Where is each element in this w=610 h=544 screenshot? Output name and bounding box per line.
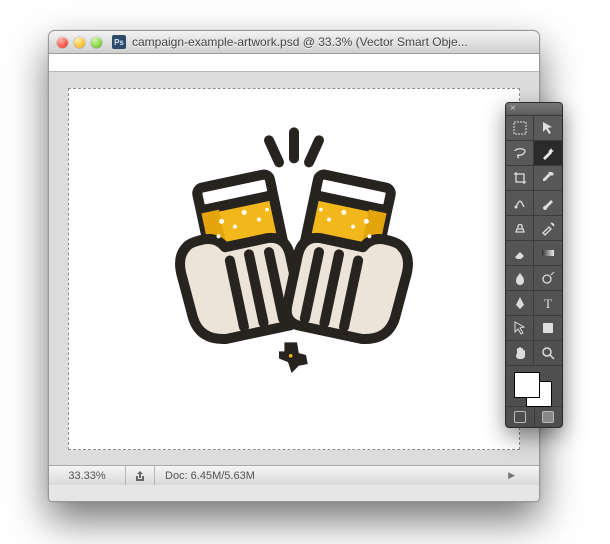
standard-mode-icon[interactable] — [506, 407, 535, 427]
doc-size-readout[interactable]: Doc: 6.45M/5.63M — [155, 470, 508, 482]
photoshop-app-icon: Ps — [112, 35, 126, 49]
brush-tool-icon[interactable] — [534, 191, 562, 216]
marquee-tool-icon[interactable] — [506, 116, 534, 141]
close-panel-icon[interactable]: × — [510, 103, 516, 114]
canvas-area[interactable] — [49, 72, 539, 465]
clone-stamp-tool-icon[interactable] — [506, 216, 534, 241]
dodge-tool-icon[interactable] — [534, 266, 562, 291]
traffic-lights — [57, 37, 102, 48]
quick-mask-mode-icon[interactable] — [535, 407, 563, 427]
zoom-tool-icon[interactable] — [534, 341, 562, 366]
zoom-window-icon[interactable] — [91, 37, 102, 48]
share-icon[interactable] — [126, 466, 155, 485]
path-selection-tool-icon[interactable] — [506, 316, 534, 341]
crop-tool-icon[interactable] — [506, 166, 534, 191]
tools-panel[interactable]: × T — [505, 102, 563, 428]
close-icon[interactable] — [57, 37, 68, 48]
healing-brush-tool-icon[interactable] — [506, 191, 534, 216]
status-bar: 33.33% Doc: 6.45M/5.63M ▶ — [49, 465, 539, 485]
window-titlebar[interactable]: Ps campaign-example-artwork.psd @ 33.3% … — [49, 31, 539, 54]
tools-panel-header[interactable]: × — [506, 103, 562, 116]
move-tool-icon[interactable] — [534, 116, 562, 141]
pen-tool-icon[interactable] — [506, 291, 534, 316]
document-canvas[interactable] — [68, 88, 520, 450]
eyedropper-tool-icon[interactable] — [534, 166, 562, 191]
type-tool-icon[interactable]: T — [534, 291, 562, 316]
foreground-color[interactable] — [514, 372, 540, 398]
eraser-tool-icon[interactable] — [506, 241, 534, 266]
lasso-tool-icon[interactable] — [506, 141, 534, 166]
quick-mask-modes — [506, 407, 562, 427]
ruler-bar — [49, 54, 539, 72]
window-title: campaign-example-artwork.psd @ 33.3% (Ve… — [132, 35, 468, 49]
hand-tool-icon[interactable] — [506, 341, 534, 366]
color-swatch[interactable] — [506, 366, 562, 407]
history-brush-tool-icon[interactable] — [534, 216, 562, 241]
magic-wand-tool-icon[interactable] — [534, 141, 562, 166]
svg-text:T: T — [544, 296, 552, 311]
photoshop-window: Ps campaign-example-artwork.psd @ 33.3% … — [48, 30, 540, 502]
minimize-icon[interactable] — [74, 37, 85, 48]
shape-tool-icon[interactable] — [534, 316, 562, 341]
blur-tool-icon[interactable] — [506, 266, 534, 291]
artwork-cheers-illustration — [129, 124, 459, 387]
status-menu-chevron-icon[interactable]: ▶ — [508, 470, 515, 481]
zoom-level[interactable]: 33.33% — [49, 466, 126, 485]
gradient-tool-icon[interactable] — [534, 241, 562, 266]
